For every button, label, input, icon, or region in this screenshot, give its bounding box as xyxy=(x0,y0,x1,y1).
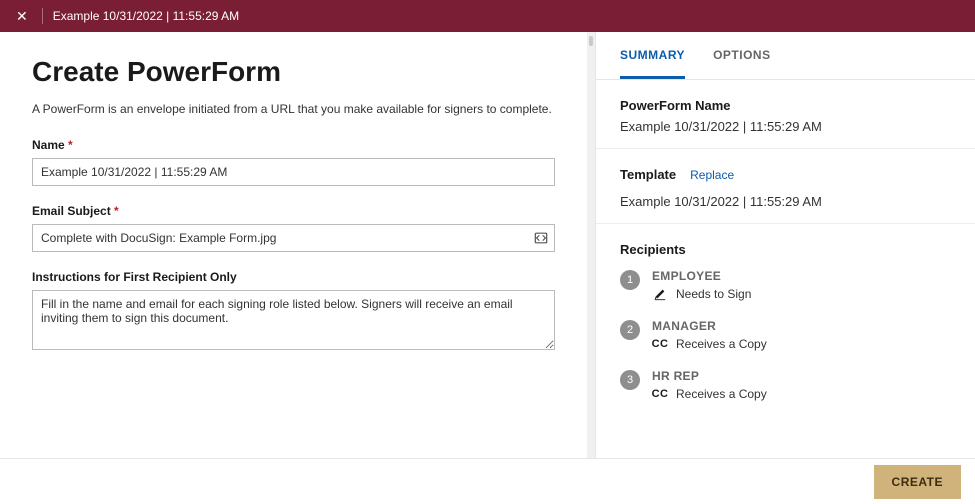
powerform-name-value: Example 10/31/2022 | 11:55:29 AM xyxy=(620,119,951,134)
subject-input[interactable] xyxy=(32,224,555,252)
close-icon[interactable]: ✕ xyxy=(10,9,34,23)
name-label: Name * xyxy=(32,138,555,152)
recipient-row: 2 MANAGER CC Receives a Copy xyxy=(620,319,951,351)
recipient-name: MANAGER xyxy=(652,319,767,333)
top-bar: ✕ Example 10/31/2022 | 11:55:29 AM xyxy=(0,0,975,32)
recipient-name: EMPLOYEE xyxy=(652,269,751,283)
powerform-name-section: PowerForm Name Example 10/31/2022 | 11:5… xyxy=(596,80,975,149)
page-title: Create PowerForm xyxy=(32,56,555,88)
tabs: SUMMARY OPTIONS xyxy=(596,32,975,80)
tab-summary[interactable]: SUMMARY xyxy=(620,32,685,79)
instructions-label: Instructions for First Recipient Only xyxy=(32,270,555,284)
recipient-number: 3 xyxy=(620,370,640,390)
pen-icon xyxy=(652,287,668,301)
recipient-number: 2 xyxy=(620,320,640,340)
content: Create PowerForm A PowerForm is an envel… xyxy=(0,32,975,458)
side-panel: SUMMARY OPTIONS PowerForm Name Example 1… xyxy=(595,32,975,458)
recipients-label: Recipients xyxy=(620,242,951,257)
recipient-row: 1 EMPLOYEE Needs to Sign xyxy=(620,269,951,301)
recipient-action: CC Receives a Copy xyxy=(652,337,767,351)
scroll-divider xyxy=(587,32,595,458)
cc-icon: CC xyxy=(652,338,668,350)
page-description: A PowerForm is an envelope initiated fro… xyxy=(32,102,555,116)
recipients-list: 1 EMPLOYEE Needs to Sign 2 xyxy=(620,269,951,401)
footer: CREATE xyxy=(0,458,975,504)
main-panel: Create PowerForm A PowerForm is an envel… xyxy=(0,32,587,458)
replace-link[interactable]: Replace xyxy=(690,168,734,182)
tab-options[interactable]: OPTIONS xyxy=(713,32,771,79)
topbar-title: Example 10/31/2022 | 11:55:29 AM xyxy=(53,9,239,23)
name-field-group: Name * xyxy=(32,138,555,186)
create-button[interactable]: CREATE xyxy=(874,465,961,499)
recipients-section: Recipients 1 EMPLOYEE Needs to Sign xyxy=(596,224,975,433)
instructions-field-group: Instructions for First Recipient Only Fi… xyxy=(32,270,555,353)
insert-field-icon[interactable] xyxy=(533,230,549,246)
recipient-number: 1 xyxy=(620,270,640,290)
template-section: Template Replace Example 10/31/2022 | 11… xyxy=(596,149,975,224)
recipient-name: HR REP xyxy=(652,369,767,383)
recipient-action: CC Receives a Copy xyxy=(652,387,767,401)
instructions-textarea[interactable]: Fill in the name and email for each sign… xyxy=(32,290,555,350)
template-label: Template xyxy=(620,167,676,182)
cc-icon: CC xyxy=(652,388,668,400)
recipient-action: Needs to Sign xyxy=(652,287,751,301)
subject-label: Email Subject * xyxy=(32,204,555,218)
divider xyxy=(42,8,43,24)
subject-field-group: Email Subject * xyxy=(32,204,555,252)
name-input[interactable] xyxy=(32,158,555,186)
powerform-name-label: PowerForm Name xyxy=(620,98,951,113)
recipient-row: 3 HR REP CC Receives a Copy xyxy=(620,369,951,401)
template-value: Example 10/31/2022 | 11:55:29 AM xyxy=(620,194,951,209)
